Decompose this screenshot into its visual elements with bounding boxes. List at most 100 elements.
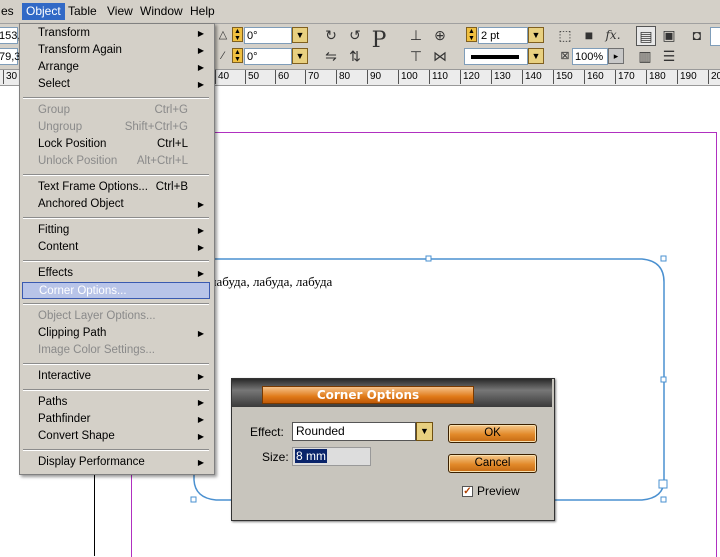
menu-item-effects[interactable]: Effects ▶ [22,265,210,282]
menu-item-image-color-settings[interactable]: Image Color Settings... [22,342,210,359]
menu-object[interactable]: Object [22,3,65,20]
shear-spinner[interactable]: ▲ ▼ [232,48,243,63]
menu-item-clipping-path[interactable]: Clipping Path ▶ [22,325,210,342]
frame-fitting-icon[interactable]: ◘ [688,26,706,44]
stroke-weight-spinner[interactable]: ▲ ▼ [466,27,477,42]
rotation-field[interactable]: 0° [244,27,292,44]
menu-item-content[interactable]: Content ▶ [22,239,210,256]
submenu-arrow-icon: ▶ [197,398,204,407]
flip-vertical-icon[interactable]: ⇅ [346,47,364,65]
menu-item-transform-again[interactable]: Transform Again ▶ [22,42,210,59]
cancel-button[interactable]: Cancel [448,454,537,473]
ruler-tick: 140 [522,70,542,84]
menu-item-label: Interactive [38,370,92,382]
align-middle-icon[interactable]: ⋈ [431,47,449,65]
rotate-ccw-icon[interactable]: ↺ [346,26,364,44]
menu-item-label: Fitting [38,224,70,236]
text-wrap-box-icon[interactable]: ▣ [660,26,678,44]
menu-item-object-layer-options[interactable]: Object Layer Options... [22,308,210,325]
stroke-line-sample [471,55,519,59]
stroke-type-field[interactable] [464,48,528,65]
menu-item-interactive[interactable]: Interactive ▶ [22,368,210,385]
distribute-center-icon[interactable]: ⊕ [431,26,449,44]
menu-item-label: Text Frame Options... [38,181,148,193]
distribute-top-icon[interactable]: ⊥ [407,26,425,44]
size-value: 8 mm [295,449,327,463]
menu-item-display-performance[interactable]: Display Performance ▶ [22,454,210,471]
menu-window[interactable]: Window [136,3,187,20]
menu-item-corner-options[interactable]: Corner Options... [22,282,210,299]
ruler-tick: 80 [336,70,350,84]
align-bottom-icon[interactable]: ⊤ [407,47,425,65]
menu-item-transform[interactable]: Transform ▶ [22,25,210,42]
submenu-arrow-icon: ▶ [197,329,204,338]
rotate-cw-icon[interactable]: ↻ [322,26,340,44]
menu-item-label: Select [38,78,70,90]
menu-table[interactable]: Table [64,3,101,20]
menu-item-label: Clipping Path [38,327,107,339]
menu-edges[interactable]: es [0,3,18,20]
menu-item-label: Object Layer Options... [38,310,156,322]
shear-dropdown[interactable]: ▼ [292,48,308,64]
opacity-arrow[interactable]: ▸ [608,48,624,64]
ruler-tick: 110 [429,70,448,84]
menu-separator [23,217,209,219]
preview-label[interactable]: Preview [477,484,520,498]
submenu-arrow-icon: ▶ [197,46,204,55]
menu-item-label: Content [38,241,79,253]
stroke-type-dropdown[interactable]: ▼ [528,48,544,64]
stroke-weight-dropdown[interactable]: ▼ [528,27,544,43]
flip-horizontal-icon[interactable]: ⇋ [322,47,340,65]
menu-item-convert-shape[interactable]: Convert Shape ▶ [22,428,210,445]
menu-item-label: Convert Shape [38,430,115,442]
menu-item-anchored-object[interactable]: Anchored Object ▶ [22,196,210,213]
menu-item-select[interactable]: Select ▶ [22,76,210,93]
rotate-angle-icon: △ [218,29,228,41]
ruler-tick: 170 [615,70,635,84]
menu-item-label: Ungroup [38,121,83,133]
ruler-tick: 50 [245,70,259,84]
menu-item-label: Group [38,104,70,116]
reference-point-p-icon[interactable]: P [370,30,388,52]
submenu-arrow-icon: ▶ [197,200,204,209]
x-field[interactable]: 153,7 [0,27,27,44]
menu-bar: es Object Table View Window Help [0,0,720,24]
menu-view[interactable]: View [103,3,137,20]
menu-item-text-frame-options[interactable]: Text Frame Options... Ctrl+B [22,179,210,196]
text-wrap-none-icon[interactable]: ▤ [636,26,656,46]
menu-item-unlock-position[interactable]: Unlock Position Alt+Ctrl+L [22,153,210,170]
menu-item-paths[interactable]: Paths ▶ [22,394,210,411]
transparency-icon[interactable]: ⬚ [556,26,574,44]
ruler-tick: 150 [553,70,573,84]
shear-field[interactable]: 0° [244,48,292,65]
text-wrap-shape-icon[interactable]: ▥ [636,47,654,65]
menu-item-fitting[interactable]: Fitting ▶ [22,222,210,239]
stroke-weight-field[interactable]: 2 pt [478,27,528,44]
frame-text[interactable]: лабуда, лабуда, лабуда [210,274,332,290]
fx-icon[interactable]: fx. [604,26,622,44]
y-field[interactable]: 79,37 [0,48,27,65]
menu-item-lock-position[interactable]: Lock Position Ctrl+L [22,136,210,153]
effect-select[interactable]: Rounded [292,422,416,441]
text-wrap-jump-icon[interactable]: ☰ [660,47,678,65]
dialog-title-bar[interactable]: Corner Options [232,379,552,407]
object-menu: Transform ▶ Transform Again ▶ Arrange ▶ Sel… [19,23,215,475]
angle-spinner[interactable]: ▲ ▼ [232,27,243,42]
menu-help[interactable]: Help [186,3,219,20]
ruler-tick: 180 [646,70,666,84]
menu-item-ungroup[interactable]: Ungroup Shift+Ctrl+G [22,119,210,136]
preview-checkbox[interactable]: ✓ [462,486,473,497]
submenu-arrow-icon: ▶ [197,226,204,235]
menu-item-shortcut: Ctrl+L [157,138,188,150]
effect-dropdown-button[interactable]: ▼ [416,422,433,441]
drop-shadow-icon[interactable]: ■ [580,26,598,44]
style-field[interactable] [710,27,720,46]
menu-item-group[interactable]: Group Ctrl+G [22,102,210,119]
rotation-dropdown[interactable]: ▼ [292,27,308,43]
ok-button[interactable]: OK [448,424,537,443]
menu-item-arrange[interactable]: Arrange ▶ [22,59,210,76]
opacity-field[interactable]: 100% [572,48,608,65]
menu-item-pathfinder[interactable]: Pathfinder ▶ [22,411,210,428]
size-field[interactable]: 8 mm [292,447,371,466]
menu-item-label: Lock Position [38,138,107,150]
